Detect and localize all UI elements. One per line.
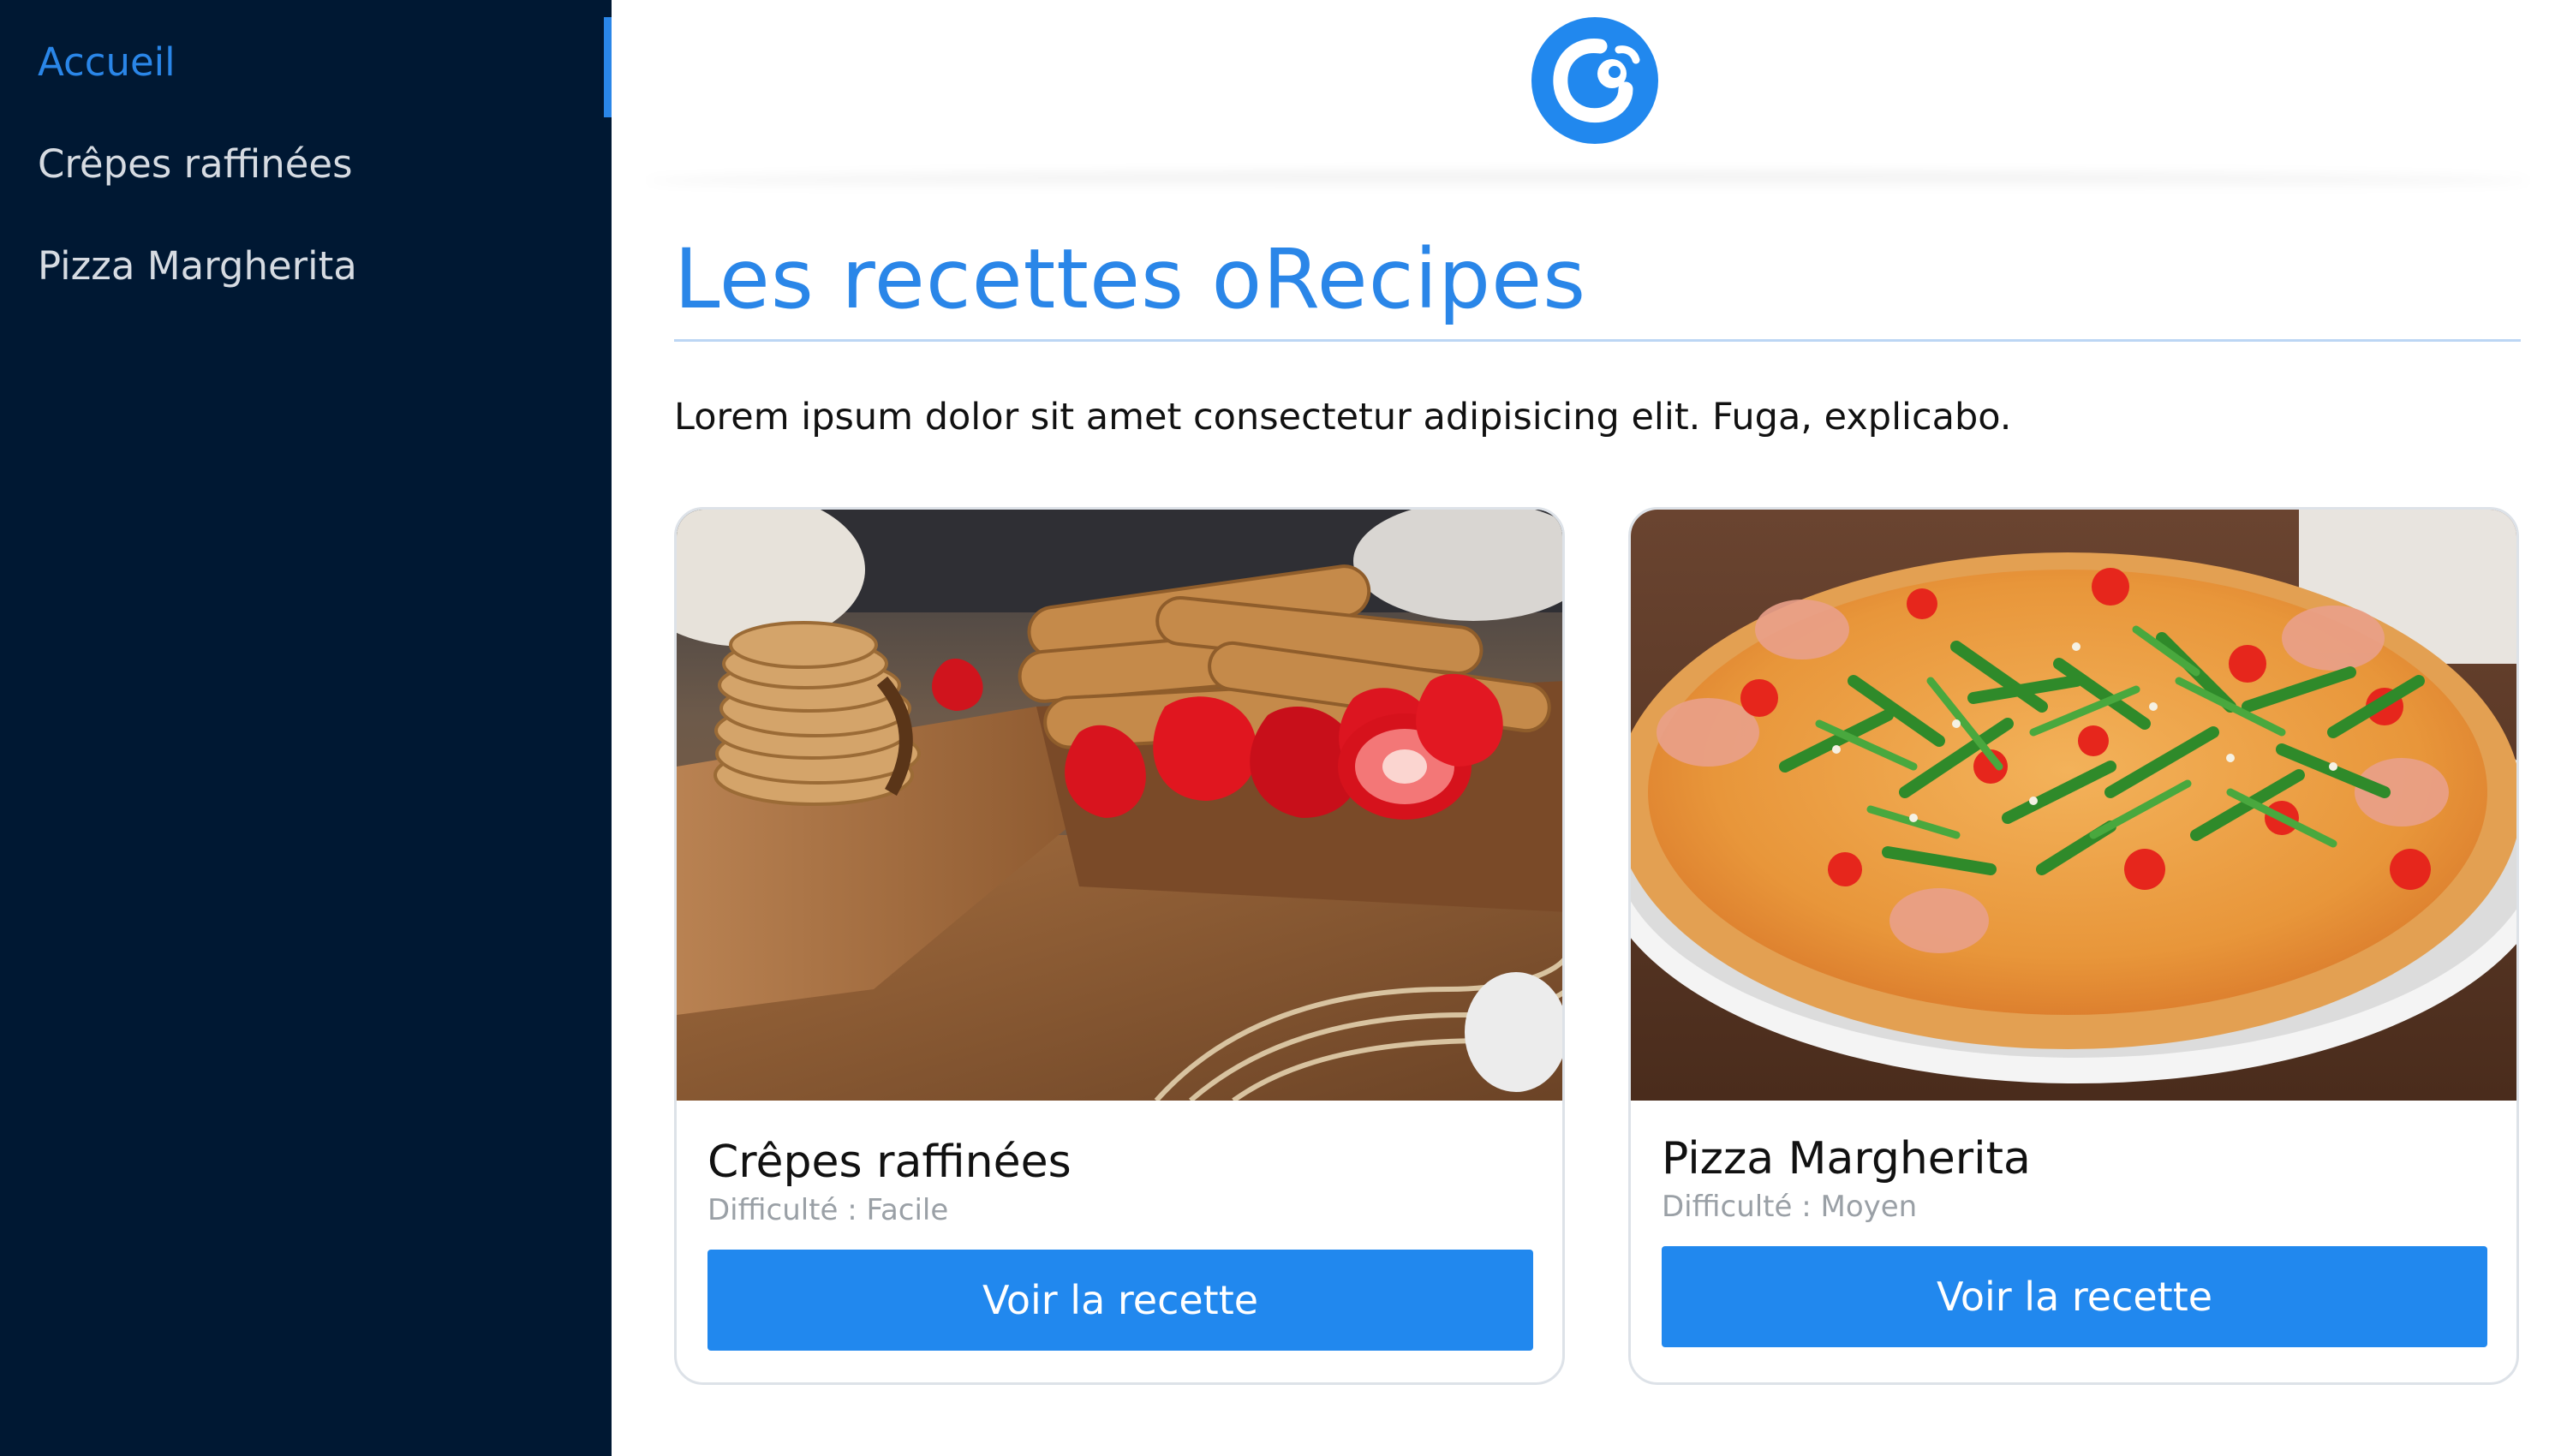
title-divider bbox=[674, 339, 2521, 342]
view-recipe-button-pizza[interactable]: Voir la recette bbox=[1662, 1246, 2487, 1347]
orecipes-logo-icon[interactable] bbox=[1531, 17, 1658, 144]
recipe-difficulty: Difficulté : Moyen bbox=[1662, 1190, 1918, 1224]
app-root: Accueil Crêpes raffinées Pizza Margherit… bbox=[0, 0, 2573, 1456]
header-shadow bbox=[646, 171, 2530, 190]
pizza-photo bbox=[1631, 510, 2516, 1101]
recipe-card-crepes: Crêpes raffinées Difficulté : Facile Voi… bbox=[674, 507, 1565, 1385]
recipe-card-pizza: Pizza Margherita Difficulté : Moyen Voir… bbox=[1628, 507, 2519, 1385]
crepes-photo bbox=[677, 510, 1562, 1101]
sidebar: Accueil Crêpes raffinées Pizza Margherit… bbox=[0, 0, 612, 1456]
sidebar-item-pizza-margherita[interactable]: Pizza Margherita bbox=[38, 243, 357, 289]
recipe-difficulty: Difficulté : Facile bbox=[707, 1193, 949, 1227]
sidebar-item-accueil[interactable]: Accueil bbox=[38, 39, 176, 85]
header bbox=[612, 0, 2573, 190]
page-title: Les recettes oRecipes bbox=[674, 231, 1587, 327]
main-content: Les recettes oRecipes Lorem ipsum dolor … bbox=[612, 0, 2573, 1456]
recipe-title: Pizza Margherita bbox=[1662, 1133, 2031, 1184]
view-recipe-button-crepes[interactable]: Voir la recette bbox=[707, 1250, 1533, 1351]
sidebar-item-crepes-raffinees[interactable]: Crêpes raffinées bbox=[38, 141, 353, 187]
active-indicator bbox=[604, 17, 612, 117]
intro-text: Lorem ipsum dolor sit amet consectetur a… bbox=[674, 396, 2012, 439]
recipe-title: Crêpes raffinées bbox=[707, 1137, 1072, 1188]
